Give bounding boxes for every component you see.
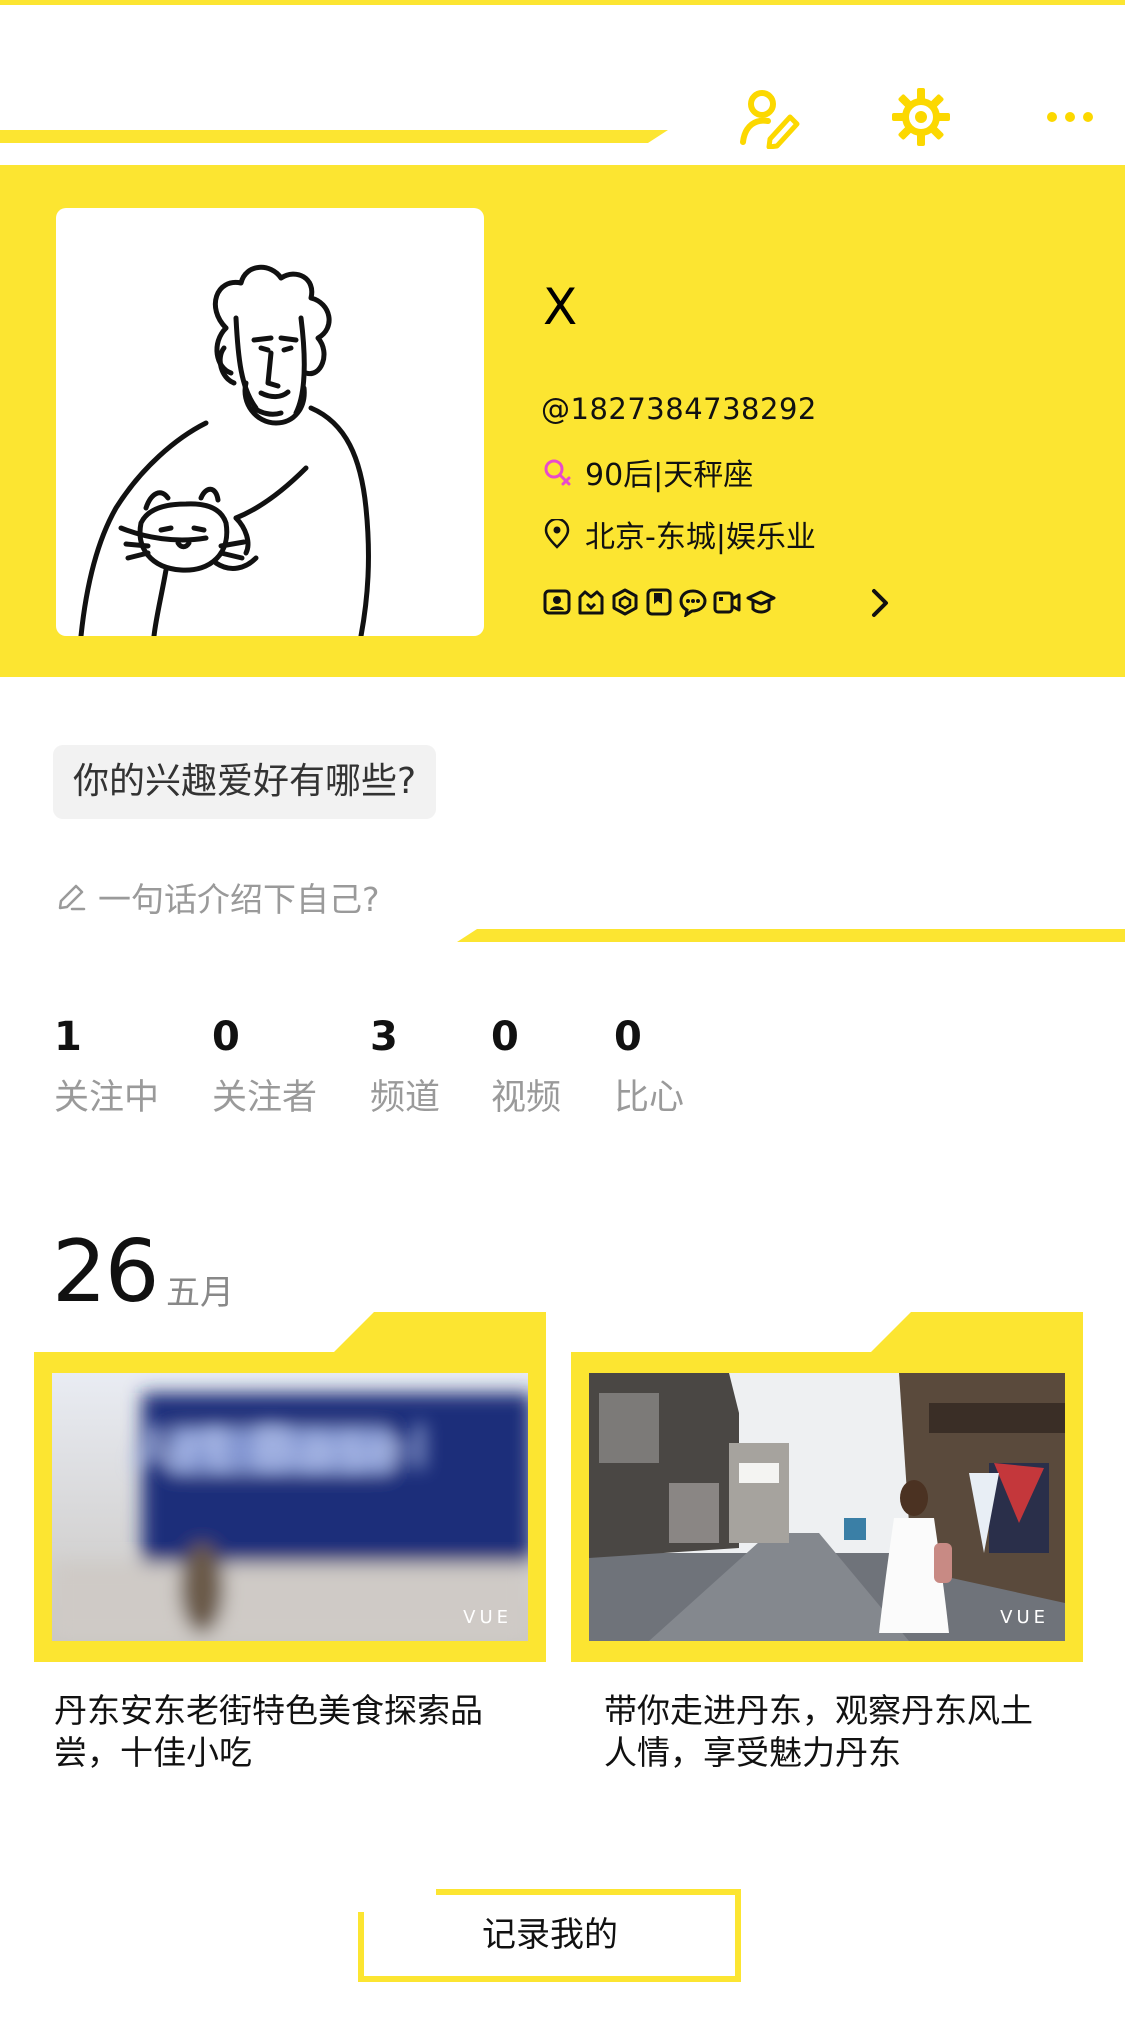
date-day: 26 <box>52 1222 159 1322</box>
female-icon <box>541 456 573 488</box>
vue-watermark: VUE <box>1000 1607 1049 1628</box>
stat-label: 关注中 <box>54 1078 160 1118</box>
badge-1-icon <box>541 586 572 617</box>
video-card[interactable]: Art Basel VUE <box>34 1310 546 1662</box>
badge-6-icon <box>711 586 742 617</box>
stat-channels[interactable]: 3 频道 <box>370 1013 440 1120</box>
stat-value: 0 <box>212 1014 240 1060</box>
more-dots-icon[interactable] <box>1035 82 1105 152</box>
stat-label: 视频 <box>491 1078 562 1118</box>
badge-list[interactable] <box>541 586 776 617</box>
edit-profile-icon[interactable] <box>735 82 805 152</box>
stat-value: 0 <box>614 1014 642 1060</box>
video-thumbnail: Art Basel VUE <box>52 1373 528 1641</box>
settings-gear-icon[interactable] <box>886 82 956 152</box>
pencil-icon <box>58 884 86 911</box>
avatar[interactable] <box>56 208 484 636</box>
username: X <box>543 278 578 336</box>
badge-4-icon <box>643 586 674 617</box>
section-accent-strip <box>457 929 1125 942</box>
video-title[interactable]: 丹东安东老街特色美食探索品尝，十佳小吃 <box>54 1690 514 1774</box>
location-text: 北京-东城|娱乐业 <box>585 520 816 555</box>
stat-value: 3 <box>370 1014 398 1060</box>
stat-value: 0 <box>491 1014 519 1060</box>
video-card[interactable]: VUE <box>571 1310 1083 1662</box>
stat-value: 1 <box>54 1014 82 1060</box>
badge-5-icon <box>677 586 708 617</box>
record-mine-button[interactable]: 记录我的 <box>358 1889 741 1982</box>
intro-placeholder: 一句话介绍下自己? <box>98 880 380 919</box>
stat-videos[interactable]: 0 视频 <box>491 1013 561 1120</box>
intro-input[interactable]: 一句话介绍下自己? <box>54 873 380 921</box>
thumbnail-text: Art Basel <box>131 1414 430 1482</box>
location-row: 北京-东城|娱乐业 <box>541 512 816 556</box>
stat-label: 关注者 <box>212 1078 318 1118</box>
stat-likes[interactable]: 0 比心 <box>614 1013 684 1120</box>
video-thumbnail: VUE <box>589 1373 1065 1641</box>
header-accent-strip <box>0 130 668 143</box>
record-button-label: 记录我的 <box>482 1915 618 1955</box>
user-handle: @1827384738292 <box>541 392 817 426</box>
vue-watermark: VUE <box>463 1607 512 1628</box>
age-sign-row: 90后|天秤座 <box>541 450 753 494</box>
badge-3-icon <box>609 586 640 617</box>
age-sign-text: 90后|天秤座 <box>585 458 754 493</box>
location-pin-icon <box>541 518 573 550</box>
stat-label: 频道 <box>370 1078 441 1118</box>
badge-2-icon <box>575 586 606 617</box>
stat-following[interactable]: 1 关注中 <box>54 1013 159 1120</box>
date-month: 五月 <box>166 1273 234 1313</box>
interest-question-chip[interactable]: 你的兴趣爱好有哪些? <box>53 745 437 819</box>
stat-followers[interactable]: 0 关注者 <box>212 1013 317 1120</box>
stat-label: 比心 <box>614 1078 685 1118</box>
badges-chevron-right-icon[interactable] <box>862 585 898 621</box>
video-title[interactable]: 带你走进丹东，观察丹东风土人情，享受魅力丹东 <box>604 1690 1064 1774</box>
badge-7-icon <box>745 586 776 617</box>
top-accent-line <box>0 0 1125 5</box>
